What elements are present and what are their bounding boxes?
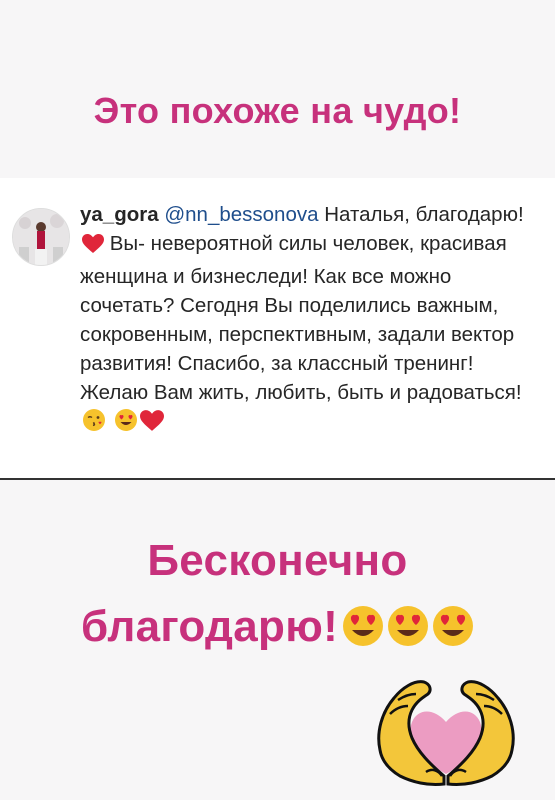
avatar[interactable] [12,208,70,266]
headline-bottom-line2-text: благодарю! [80,602,339,651]
red-heart-icon [139,410,164,440]
comment-username[interactable]: ya_gora [80,203,159,226]
heart-eyes-face-icon [342,600,474,666]
heart-hands-icon [377,680,515,786]
comment-text-part2: Вы- невероятной силы человек, красивая ж… [80,232,522,404]
comment-mention[interactable]: @nn_bessonova [164,203,318,226]
comment-text: ya_gora @nn_bessonova Наталья, благодарю… [80,200,540,440]
headline-bottom-line1: Бесконечно [147,536,408,585]
kissing-face-icon [82,408,106,440]
comment-text-part1: Наталья, благодарю! [318,203,524,226]
heart-eyes-face-icon [114,408,138,440]
headline-bottom-line2: благодарю! [0,594,555,666]
comment-card: ya_gora @nn_bessonova Наталья, благодарю… [0,178,555,482]
red-heart-icon [82,233,104,262]
headline-top: Это похоже на чудо! [93,90,462,131]
headline-bottom: Бесконечно благодарю! [0,528,555,666]
avatar-photo [13,209,69,265]
